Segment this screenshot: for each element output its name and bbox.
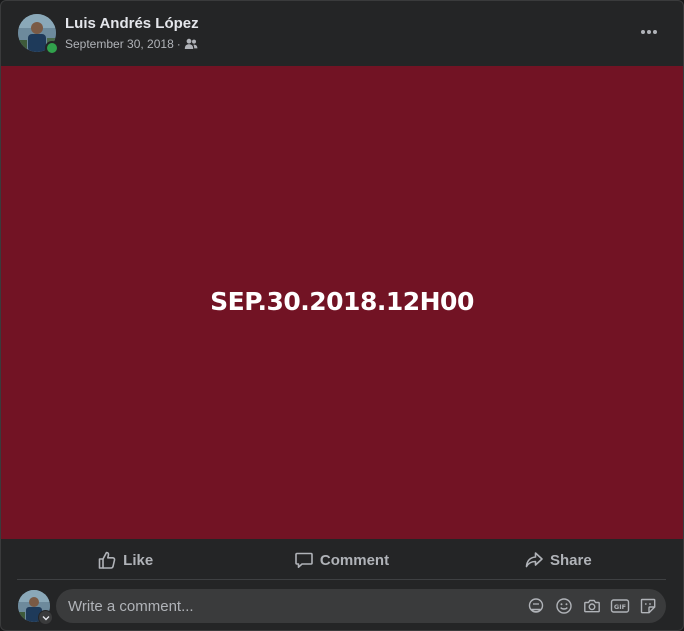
share-label: Share bbox=[549, 551, 592, 569]
post-card: Luis Andrés López September 30, 2018 · S bbox=[0, 0, 684, 631]
thumbs-up-icon bbox=[98, 551, 116, 569]
emoji-icon[interactable] bbox=[554, 596, 574, 616]
chevron-down-icon[interactable] bbox=[38, 610, 53, 625]
friends-icon[interactable] bbox=[184, 38, 198, 50]
share-button[interactable]: Share bbox=[450, 541, 666, 579]
meta-separator: · bbox=[176, 37, 181, 51]
comment-button[interactable]: Comment bbox=[233, 541, 449, 579]
comment-box: GIF bbox=[56, 589, 666, 623]
like-button[interactable]: Like bbox=[17, 541, 233, 579]
comment-input[interactable] bbox=[56, 589, 506, 623]
post-image-text: SEP.30.2018.12H00 bbox=[210, 286, 474, 316]
post-action-bar: Like Comment Share bbox=[17, 541, 666, 580]
share-icon bbox=[525, 552, 543, 568]
camera-icon[interactable] bbox=[582, 596, 602, 616]
post-meta: September 30, 2018 · bbox=[65, 37, 198, 51]
author-name[interactable]: Luis Andrés López bbox=[65, 15, 199, 32]
post-date[interactable]: September 30, 2018 bbox=[65, 37, 174, 51]
comment-composer: GIF bbox=[18, 589, 666, 625]
more-options-button[interactable] bbox=[635, 19, 663, 45]
more-icon bbox=[641, 30, 657, 34]
comment-label: Comment bbox=[319, 551, 390, 569]
post-header: Luis Andrés López September 30, 2018 · bbox=[1, 1, 683, 65]
sticker-icon[interactable] bbox=[638, 596, 658, 616]
comment-tools: GIF bbox=[526, 596, 658, 616]
avatar-sticker-icon[interactable] bbox=[526, 596, 546, 616]
gif-icon[interactable]: GIF bbox=[610, 596, 630, 616]
svg-text:GIF: GIF bbox=[614, 603, 626, 611]
comment-icon bbox=[295, 552, 313, 568]
online-status-indicator bbox=[45, 41, 59, 55]
post-image[interactable]: SEP.30.2018.12H00 bbox=[1, 66, 683, 539]
like-label: Like bbox=[123, 551, 154, 569]
